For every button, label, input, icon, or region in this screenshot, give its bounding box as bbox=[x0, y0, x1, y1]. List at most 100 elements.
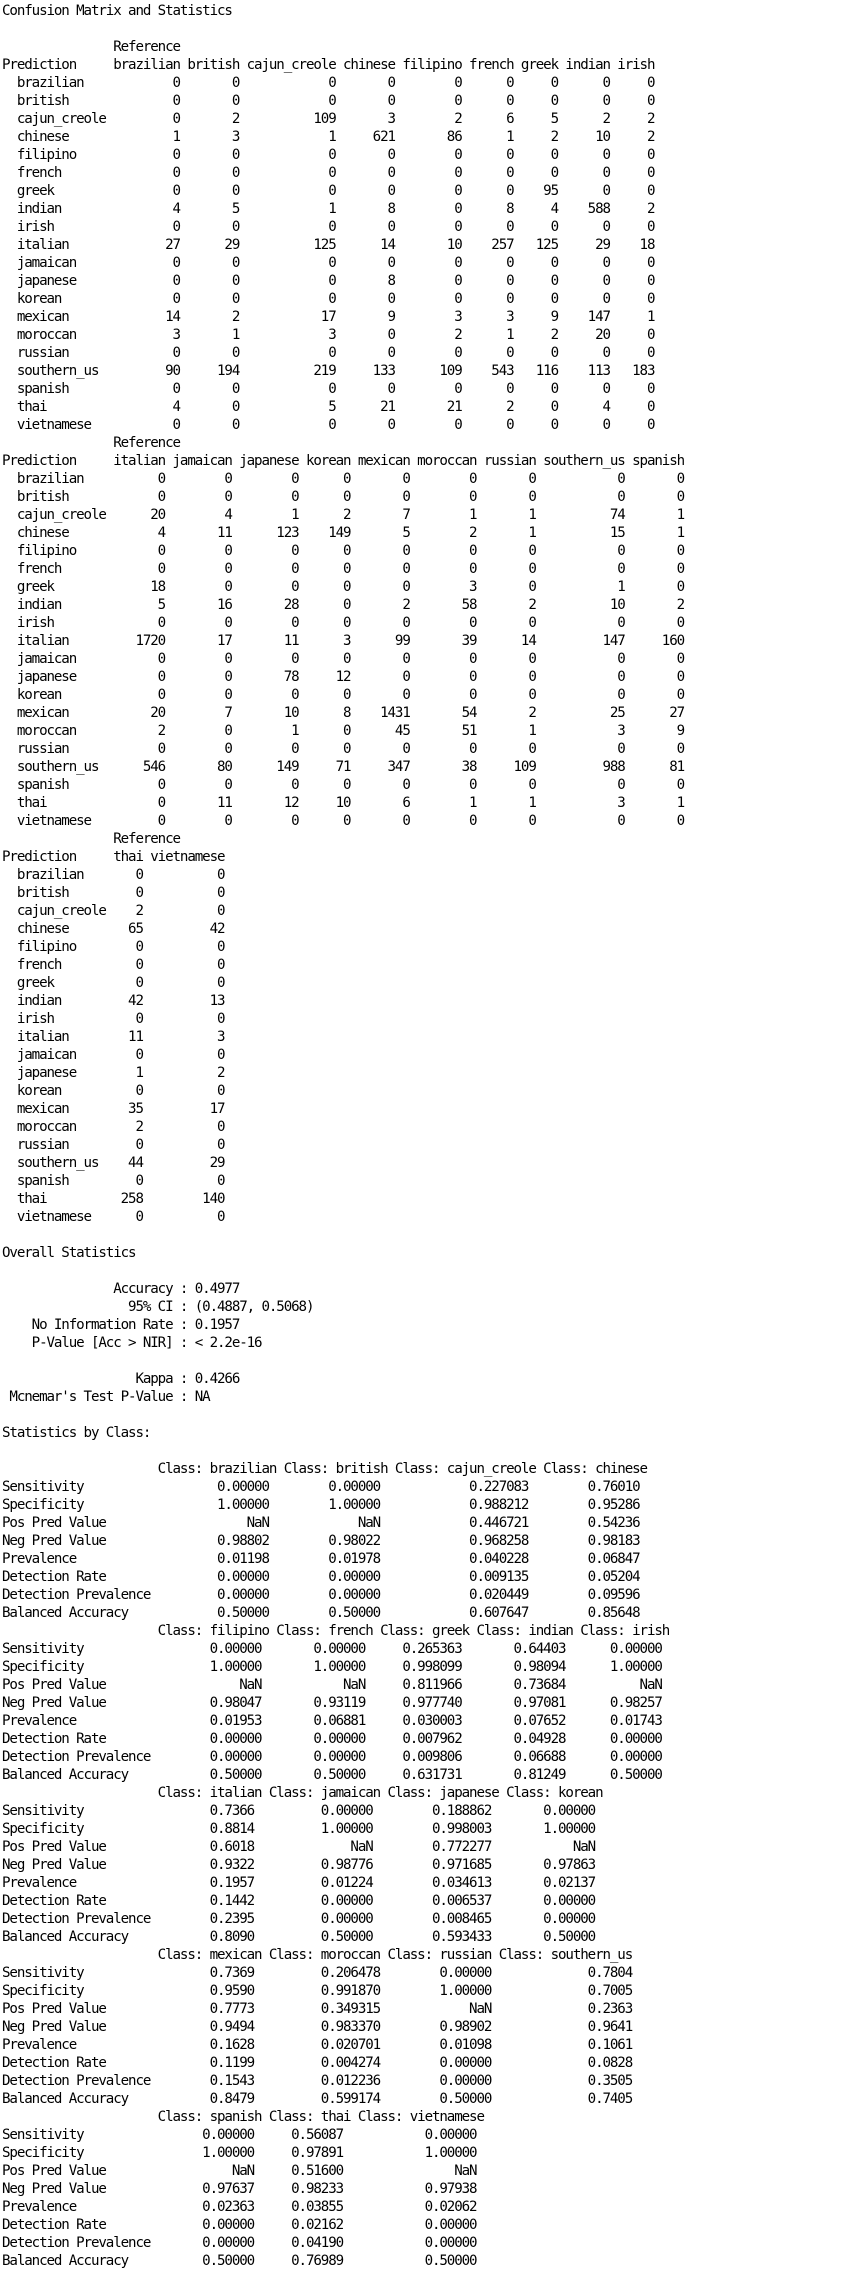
console-line: irish 0 0 0 0 0 0 0 0 0 bbox=[2, 615, 685, 631]
console-line: french 0 0 0 0 0 0 0 0 0 bbox=[2, 165, 656, 181]
console-line: brazilian 0 0 bbox=[2, 867, 226, 883]
console-line: Pos Pred Value 0.7773 0.349315 NaN 0.236… bbox=[2, 2001, 633, 2017]
console-line: southern_us 90 194 219 133 109 543 116 1… bbox=[2, 363, 656, 379]
console-line: Confusion Matrix and Statistics bbox=[2, 3, 233, 19]
console-line: jamaican 0 0 0 0 0 0 0 0 0 bbox=[2, 651, 685, 667]
console-line: Prediction thai vietnamese bbox=[2, 849, 226, 865]
console-line: italian 11 3 bbox=[2, 1029, 226, 1045]
console-line: Mcnemar's Test P-Value : NA bbox=[2, 1389, 210, 1405]
console-line: Prevalence 0.01953 0.06881 0.030003 0.07… bbox=[2, 1713, 663, 1729]
console-line: greek 0 0 0 0 0 0 95 0 0 bbox=[2, 183, 656, 199]
console-line: cajun_creole 20 4 1 2 7 1 1 74 1 bbox=[2, 507, 685, 523]
console-line: Prevalence 0.1957 0.01224 0.034613 0.021… bbox=[2, 1875, 596, 1891]
console-line: mexican 14 2 17 9 3 3 9 147 1 bbox=[2, 309, 656, 325]
console-line: Detection Rate 0.00000 0.02162 0.00000 bbox=[2, 2217, 478, 2233]
console-line: Prevalence 0.01198 0.01978 0.040228 0.06… bbox=[2, 1551, 641, 1567]
console-line: Overall Statistics bbox=[2, 1245, 137, 1261]
console-line: mexican 35 17 bbox=[2, 1101, 226, 1117]
console-line: Sensitivity 0.7366 0.00000 0.188862 0.00… bbox=[2, 1803, 596, 1819]
console-line: chinese 4 11 123 149 5 2 1 15 1 bbox=[2, 525, 685, 541]
console-line: Detection Rate 0.1442 0.00000 0.006537 0… bbox=[2, 1893, 596, 1909]
console-line: Detection Prevalence 0.00000 0.04190 0.0… bbox=[2, 2235, 478, 2251]
console-line: mexican 20 7 10 8 1431 54 2 25 27 bbox=[2, 705, 685, 721]
console-line: japanese 0 0 78 12 0 0 0 0 0 bbox=[2, 669, 685, 685]
console-line: Specificity 1.00000 1.00000 0.988212 0.9… bbox=[2, 1497, 641, 1513]
console-line: Neg Pred Value 0.9494 0.983370 0.98902 0… bbox=[2, 2019, 633, 2035]
console-line: korean 0 0 0 0 0 0 0 0 0 bbox=[2, 687, 685, 703]
console-line: italian 27 29 125 14 10 257 125 29 18 bbox=[2, 237, 656, 253]
console-line: No Information Rate : 0.1957 bbox=[2, 1317, 241, 1333]
console-line: Balanced Accuracy 0.50000 0.50000 0.6317… bbox=[2, 1767, 663, 1783]
console-line: chinese 1 3 1 621 86 1 2 10 2 bbox=[2, 129, 656, 145]
console-line: Reference bbox=[2, 39, 181, 55]
console-line: Accuracy : 0.4977 bbox=[2, 1281, 240, 1297]
console-output-text: Confusion Matrix and Statistics Referenc… bbox=[0, 0, 843, 2270]
console-line: Kappa : 0.4266 bbox=[2, 1371, 240, 1387]
console-line: italian 1720 17 11 3 99 39 14 147 160 bbox=[2, 633, 685, 649]
console-line: Sensitivity 0.00000 0.00000 0.265363 0.6… bbox=[2, 1641, 663, 1657]
console-line: vietnamese 0 0 bbox=[2, 1209, 226, 1225]
console-line: thai 0 11 12 10 6 1 1 3 1 bbox=[2, 795, 685, 811]
console-line: indian 42 13 bbox=[2, 993, 226, 1009]
console-line: cajun_creole 2 0 bbox=[2, 903, 226, 919]
console-line: Balanced Accuracy 0.50000 0.76989 0.5000… bbox=[2, 2253, 478, 2269]
console-line: french 0 0 0 0 0 0 0 0 0 bbox=[2, 561, 685, 577]
console-output-panel: Confusion Matrix and Statistics Referenc… bbox=[0, 0, 843, 2277]
console-line: brazilian 0 0 0 0 0 0 0 0 0 bbox=[2, 471, 685, 487]
console-line: Class: italian Class: jamaican Class: ja… bbox=[2, 1785, 604, 1801]
console-line: filipino 0 0 bbox=[2, 939, 226, 955]
console-line: Detection Prevalence 0.00000 0.00000 0.0… bbox=[2, 1587, 641, 1603]
console-line: Class: brazilian Class: british Class: c… bbox=[2, 1461, 648, 1477]
console-line: Prevalence 0.02363 0.03855 0.02062 bbox=[2, 2199, 478, 2215]
console-line: moroccan 2 0 1 0 45 51 1 3 9 bbox=[2, 723, 685, 739]
console-line: jamaican 0 0 0 0 0 0 0 0 0 bbox=[2, 255, 656, 271]
console-line: Detection Rate 0.00000 0.00000 0.009135 … bbox=[2, 1569, 641, 1585]
console-line: thai 258 140 bbox=[2, 1191, 226, 1207]
console-line: cajun_creole 0 2 109 3 2 6 5 2 2 bbox=[2, 111, 656, 127]
console-line: indian 5 16 28 0 2 58 2 10 2 bbox=[2, 597, 685, 613]
console-line: Reference bbox=[2, 831, 181, 847]
console-line: Specificity 0.8814 1.00000 0.998003 1.00… bbox=[2, 1821, 596, 1837]
console-line: thai 4 0 5 21 21 2 0 4 0 bbox=[2, 399, 656, 415]
console-line: moroccan 2 0 bbox=[2, 1119, 226, 1135]
console-line: russian 0 0 bbox=[2, 1137, 226, 1153]
console-line: Reference bbox=[2, 435, 181, 451]
console-line: Neg Pred Value 0.97637 0.98233 0.97938 bbox=[2, 2181, 478, 2197]
console-line: Specificity 0.9590 0.991870 1.00000 0.70… bbox=[2, 1983, 633, 1999]
console-line: Detection Prevalence 0.1543 0.012236 0.0… bbox=[2, 2073, 633, 2089]
console-line: Balanced Accuracy 0.8090 0.50000 0.59343… bbox=[2, 1929, 596, 1945]
console-line: Sensitivity 0.00000 0.00000 0.227083 0.7… bbox=[2, 1479, 641, 1495]
console-line: 95% CI : (0.4887, 0.5068) bbox=[2, 1299, 314, 1315]
console-line: british 0 0 0 0 0 0 0 0 0 bbox=[2, 93, 656, 109]
console-line: filipino 0 0 0 0 0 0 0 0 0 bbox=[2, 147, 656, 163]
console-line: korean 0 0 bbox=[2, 1083, 226, 1099]
console-line: russian 0 0 0 0 0 0 0 0 0 bbox=[2, 345, 656, 361]
console-line: Specificity 1.00000 1.00000 0.998099 0.9… bbox=[2, 1659, 663, 1675]
console-line: greek 0 0 bbox=[2, 975, 226, 991]
console-line: Neg Pred Value 0.98047 0.93119 0.977740 … bbox=[2, 1695, 663, 1711]
console-line: Specificity 1.00000 0.97891 1.00000 bbox=[2, 2145, 478, 2161]
console-line: Statistics by Class: bbox=[2, 1425, 151, 1441]
console-line: P-Value [Acc > NIR] : < 2.2e-16 bbox=[2, 1335, 263, 1351]
console-line: Sensitivity 0.7369 0.206478 0.00000 0.78… bbox=[2, 1965, 633, 1981]
console-line: spanish 0 0 bbox=[2, 1173, 226, 1189]
console-line: french 0 0 bbox=[2, 957, 226, 973]
console-line: Balanced Accuracy 0.8479 0.599174 0.5000… bbox=[2, 2091, 633, 2107]
console-line: moroccan 3 1 3 0 2 1 2 20 0 bbox=[2, 327, 656, 343]
console-line: Neg Pred Value 0.9322 0.98776 0.971685 0… bbox=[2, 1857, 596, 1873]
console-line: southern_us 44 29 bbox=[2, 1155, 226, 1171]
console-line: Detection Rate 0.1199 0.004274 0.00000 0… bbox=[2, 2055, 633, 2071]
console-line: Detection Rate 0.00000 0.00000 0.007962 … bbox=[2, 1731, 663, 1747]
console-line: japanese 1 2 bbox=[2, 1065, 226, 1081]
console-line: irish 0 0 0 0 0 0 0 0 0 bbox=[2, 219, 656, 235]
console-line: greek 18 0 0 0 0 3 0 1 0 bbox=[2, 579, 685, 595]
console-line: Class: filipino Class: french Class: gre… bbox=[2, 1623, 671, 1639]
console-line: irish 0 0 bbox=[2, 1011, 226, 1027]
console-line: Pos Pred Value NaN NaN 0.446721 0.54236 bbox=[2, 1515, 641, 1531]
console-line: chinese 65 42 bbox=[2, 921, 226, 937]
